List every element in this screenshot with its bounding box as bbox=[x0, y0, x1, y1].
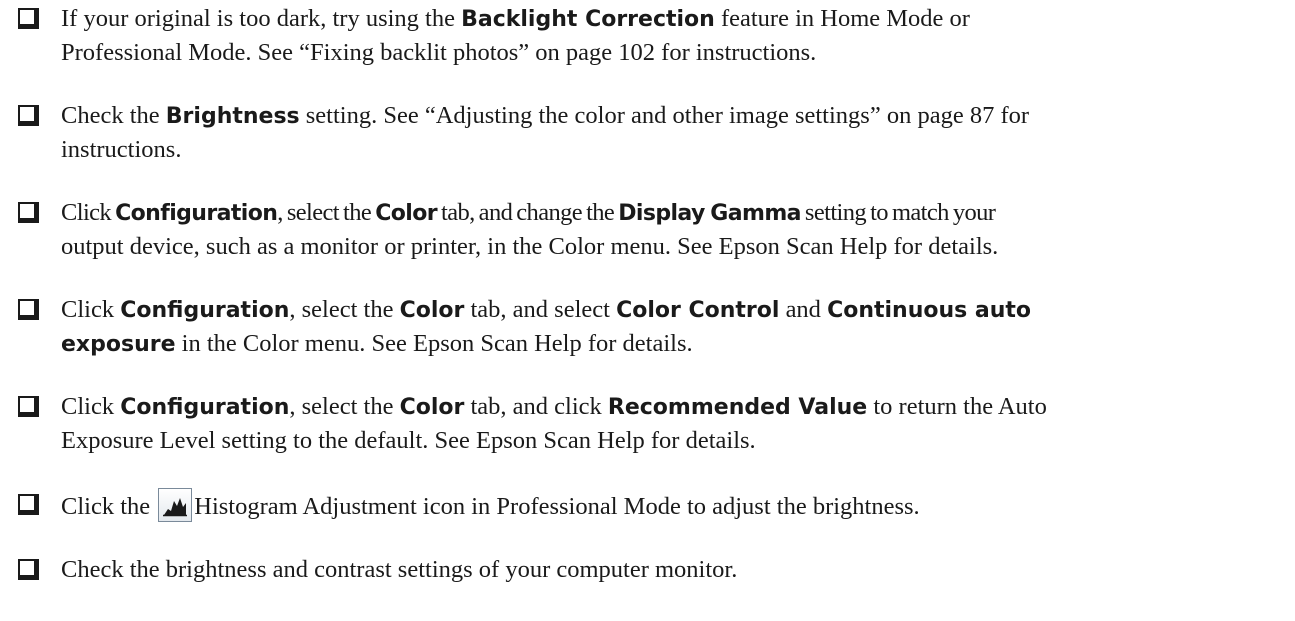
ui-term: Backlight Correction bbox=[461, 7, 715, 32]
list-item-text: If your original is too dark, try using … bbox=[61, 2, 1293, 69]
text-line: exposure in the Color menu. See Epson Sc… bbox=[61, 330, 693, 357]
list-item-text: Check the Brightness setting. See “Adjus… bbox=[61, 99, 1293, 166]
checkbox-bullet-icon bbox=[18, 494, 39, 515]
ui-term: Color Control bbox=[616, 298, 780, 323]
checkbox-bullet-icon bbox=[18, 396, 39, 417]
ui-term: Brightness bbox=[165, 104, 300, 129]
list-item-text: Click the Histogram Adjustment icon in P… bbox=[61, 488, 1293, 523]
text-line: output device, such as a monitor or prin… bbox=[61, 233, 999, 260]
text-line: Click Configuration, select the Color ta… bbox=[61, 296, 1032, 323]
text-line: Check the brightness and contrast settin… bbox=[61, 556, 738, 583]
list-item-text: Click Configuration, select the Color ta… bbox=[61, 196, 1293, 263]
text-line: Click the Histogram Adjustment icon in P… bbox=[61, 488, 1293, 523]
text-line: Check the Brightness setting. See “Adjus… bbox=[61, 102, 1030, 129]
text-line: Exposure Level setting to the default. S… bbox=[61, 427, 756, 454]
ui-term: Display Gamma bbox=[618, 201, 801, 226]
text-line: Professional Mode. See “Fixing backlit p… bbox=[61, 39, 817, 66]
checkbox-bullet-icon bbox=[18, 559, 39, 580]
histogram-adjustment-icon bbox=[158, 488, 193, 522]
list-item-text: Check the brightness and contrast settin… bbox=[61, 553, 1293, 586]
ui-term: exposure bbox=[61, 332, 176, 357]
list-item-text: Click Configuration, select the Color ta… bbox=[61, 390, 1293, 457]
text-line: Click Configuration, select the Color ta… bbox=[61, 393, 1047, 420]
ui-term: Recommended Value bbox=[607, 395, 868, 420]
text-line: If your original is too dark, try using … bbox=[61, 5, 970, 32]
text-line: instructions. bbox=[61, 136, 182, 163]
ui-term: Color bbox=[399, 395, 465, 420]
checkbox-bullet-icon bbox=[18, 299, 39, 320]
checkbox-bullet-icon bbox=[18, 202, 39, 223]
ui-term: Configuration bbox=[115, 201, 278, 226]
ui-term: Continuous auto bbox=[827, 298, 1032, 323]
text-line: Click Configuration, select the Color ta… bbox=[61, 199, 996, 226]
document-page: If your original is too dark, try using … bbox=[0, 0, 1295, 621]
ui-term: Configuration bbox=[120, 395, 290, 420]
ui-term: Color bbox=[399, 298, 465, 323]
ui-term: Configuration bbox=[120, 298, 290, 323]
ui-term: Color bbox=[375, 201, 437, 226]
checkbox-bullet-icon bbox=[18, 8, 39, 29]
checkbox-bullet-icon bbox=[18, 105, 39, 126]
list-item-text: Click Configuration, select the Color ta… bbox=[61, 293, 1293, 361]
